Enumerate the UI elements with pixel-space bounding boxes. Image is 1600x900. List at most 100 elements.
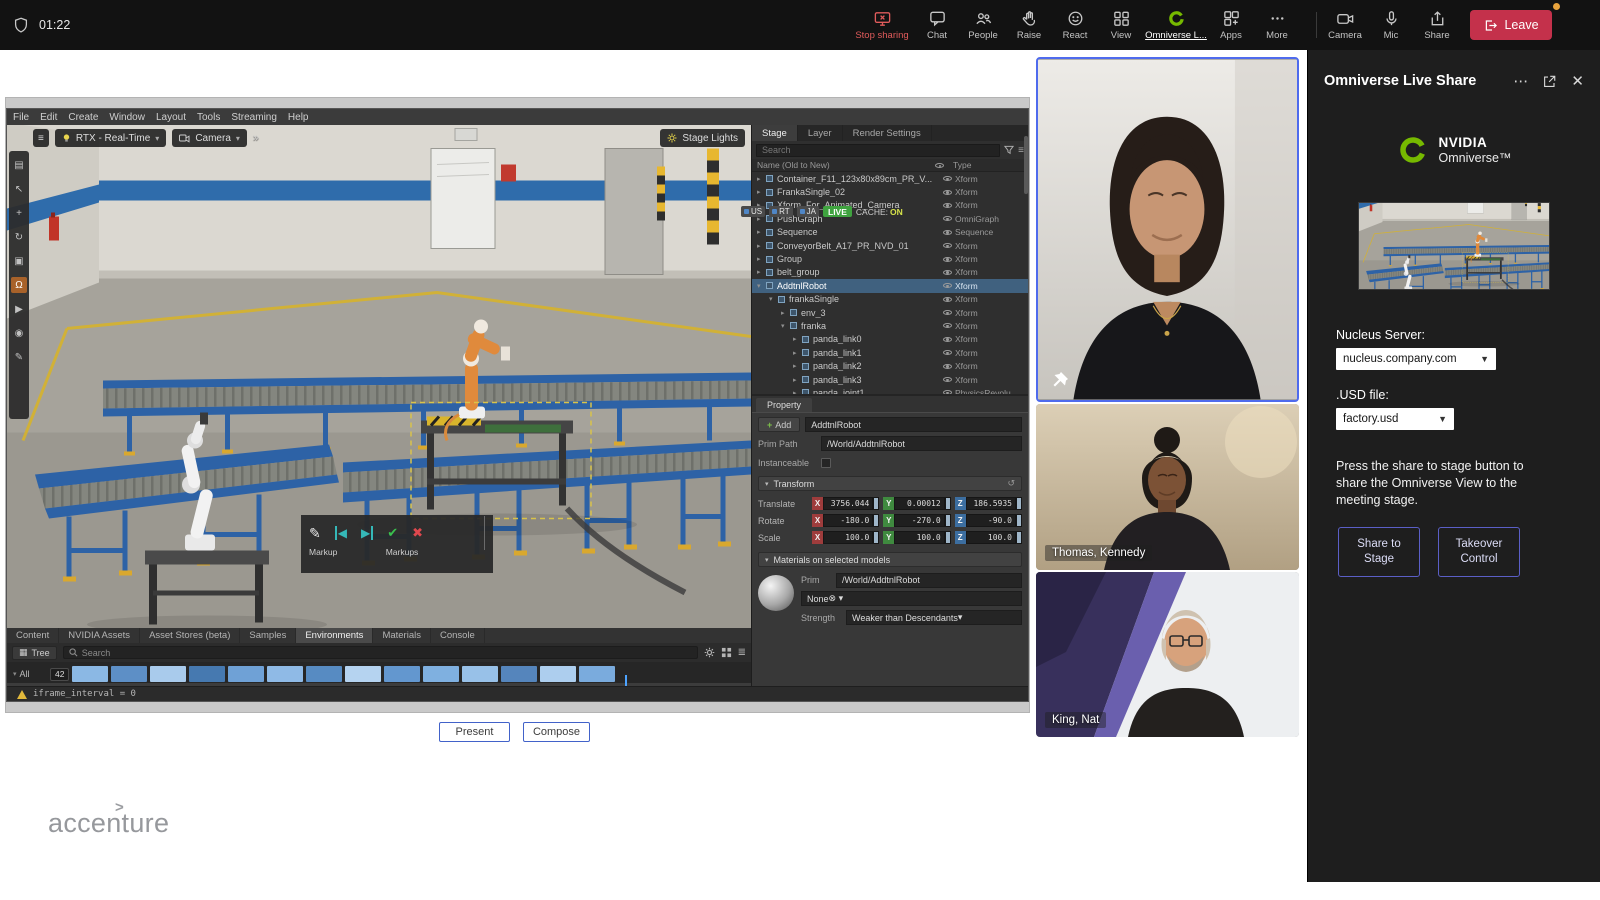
raise-hand-button[interactable]: Raise [1006, 0, 1052, 50]
pin-icon[interactable] [1050, 370, 1070, 390]
compose-button[interactable]: Compose [523, 722, 590, 742]
environment-thumbnail[interactable] [228, 666, 264, 682]
environment-thumbnail[interactable] [345, 666, 381, 682]
list-view-icon[interactable]: ≣ [738, 647, 746, 658]
visibility-eye-icon[interactable] [939, 364, 955, 369]
value-nub[interactable] [873, 531, 879, 544]
expand-caret-icon[interactable]: ▾ [769, 295, 778, 303]
visibility-eye-icon[interactable] [939, 230, 955, 235]
stage-tree-row[interactable]: ▸ ConveyorBelt_A17_PR_NVD_01 Xform [752, 239, 1028, 252]
people-button[interactable]: People [960, 0, 1006, 50]
transform-section-header[interactable]: ▾Transform ↺ [758, 476, 1022, 491]
expand-caret-icon[interactable]: ▸ [757, 175, 766, 183]
axis-value-field[interactable]: 100.0 [894, 531, 944, 544]
viewport-tool-icon[interactable]: ✎ [11, 349, 27, 365]
camera-button[interactable]: Camera [1322, 0, 1368, 50]
stage-tree-row[interactable]: ▸ panda_link0 Xform [752, 333, 1028, 346]
participant-video-tile[interactable]: King, Nat [1036, 572, 1299, 737]
visibility-eye-icon[interactable] [939, 283, 955, 288]
viewport-tool-icon[interactable]: ▣ [11, 253, 27, 269]
leave-button[interactable]: Leave [1470, 10, 1552, 40]
stage-tab[interactable]: Render Settings [843, 125, 932, 141]
content-tab[interactable]: Materials [373, 628, 431, 643]
visibility-eye-icon[interactable] [939, 257, 955, 262]
timeline-scrubber[interactable] [7, 683, 751, 686]
visibility-eye-icon[interactable] [939, 203, 955, 208]
stage-tree-row[interactable]: ▸ FrankaSingle_02 Xform [752, 185, 1028, 198]
visibility-eye-icon[interactable] [939, 337, 955, 342]
value-nub[interactable] [1016, 514, 1022, 527]
previous-markup-icon[interactable]: ◀ [335, 526, 347, 540]
clear-material-icon[interactable]: ⊗ ▾ [829, 593, 844, 604]
viewport-tool-icon[interactable]: Ω [11, 277, 27, 293]
stage-search-input[interactable] [756, 144, 1000, 157]
content-tab[interactable]: Content [7, 628, 59, 643]
value-nub[interactable] [873, 514, 879, 527]
expand-caret-icon[interactable]: ▸ [757, 268, 766, 276]
share-to-stage-button[interactable]: Share to Stage [1338, 527, 1420, 577]
axis-value-field[interactable]: -180.0 [823, 514, 873, 527]
axis-value-field[interactable]: -270.0 [894, 514, 944, 527]
menu-item[interactable]: Help [288, 112, 309, 123]
value-nub[interactable] [945, 497, 951, 510]
visibility-eye-icon[interactable] [939, 377, 955, 382]
expand-caret-icon[interactable]: ▸ [757, 255, 766, 263]
participant-video-tile[interactable] [1036, 57, 1299, 402]
stage-tree-row[interactable]: ▸ panda_link3 Xform [752, 373, 1028, 386]
content-search-input[interactable]: Search [63, 646, 698, 659]
tab-omniverse-app[interactable]: Omniverse L... [1144, 0, 1208, 50]
material-dropdown[interactable]: None⊗ ▾ [801, 591, 1022, 606]
environment-thumbnail[interactable] [150, 666, 186, 682]
stage-tree-row[interactable]: ▸ env_3 Xform [752, 306, 1028, 319]
content-tab[interactable]: Asset Stores (beta) [140, 628, 240, 643]
visibility-eye-icon[interactable] [939, 297, 955, 302]
menu-item[interactable]: File [13, 112, 29, 123]
content-tab[interactable]: Environments [296, 628, 373, 643]
share-button[interactable]: Share [1414, 0, 1460, 50]
visibility-eye-icon[interactable] [939, 243, 955, 248]
popout-icon[interactable] [1542, 74, 1557, 89]
close-icon[interactable]: ✕ [1571, 72, 1584, 90]
expand-caret-icon[interactable]: ▸ [757, 228, 766, 236]
tree-toggle-button[interactable]: ▦Tree [12, 646, 57, 660]
expand-caret-icon[interactable]: ▸ [793, 389, 802, 394]
environment-thumbnail[interactable] [267, 666, 303, 682]
viewport-tool-icon[interactable]: ↻ [11, 229, 27, 245]
value-nub[interactable] [1016, 497, 1022, 510]
viewport-tool-icon[interactable]: ▶ [11, 301, 27, 317]
environment-thumbnail[interactable] [462, 666, 498, 682]
viewport[interactable]: ≡ RTX - Real-Time▾ Camera▾ » [7, 125, 751, 628]
content-tree-root[interactable]: ▾All [13, 669, 47, 679]
expand-caret-icon[interactable]: ▸ [793, 335, 802, 343]
expand-caret-icon[interactable]: ▸ [793, 349, 802, 357]
chat-button[interactable]: Chat [914, 0, 960, 50]
mic-button[interactable]: Mic [1368, 0, 1414, 50]
content-tab[interactable]: Samples [240, 628, 296, 643]
timeline-playhead[interactable] [625, 675, 627, 686]
materials-section-header[interactable]: ▾Materials on selected models [758, 552, 1022, 567]
expand-caret-icon[interactable]: ▾ [781, 322, 790, 330]
stage-tab[interactable]: Layer [798, 125, 843, 141]
menu-item[interactable]: Window [109, 112, 145, 123]
menu-item[interactable]: Tools [197, 112, 220, 123]
expand-caret-icon[interactable]: ▸ [757, 188, 766, 196]
visibility-eye-icon[interactable] [939, 216, 955, 221]
value-nub[interactable] [873, 497, 879, 510]
usd-file-select[interactable]: factory.usd ▼ [1336, 408, 1454, 430]
environment-thumbnail[interactable] [423, 666, 459, 682]
menu-item[interactable]: Streaming [231, 112, 277, 123]
menu-item[interactable]: Edit [40, 112, 57, 123]
content-tab[interactable]: NVIDIA Assets [59, 628, 140, 643]
stage-tree-row[interactable]: ▾ AddtnlRobot Xform [752, 279, 1028, 292]
axis-value-field[interactable]: 3756.044 [823, 497, 873, 510]
nucleus-server-select[interactable]: nucleus.company.com ▼ [1336, 348, 1496, 370]
environment-thumbnail[interactable] [501, 666, 537, 682]
environment-thumbnail[interactable] [306, 666, 342, 682]
camera-dropdown[interactable]: Camera▾ [172, 129, 247, 147]
environment-thumbnail[interactable] [72, 666, 108, 682]
viewport-tool-icon[interactable]: + [11, 205, 27, 221]
takeover-control-button[interactable]: Takeover Control [1438, 527, 1520, 577]
reset-transform-icon[interactable]: ↺ [1007, 478, 1015, 489]
stage-tree-row[interactable]: ▸ Group Xform [752, 252, 1028, 265]
add-component-button[interactable]: +Add [758, 417, 800, 432]
